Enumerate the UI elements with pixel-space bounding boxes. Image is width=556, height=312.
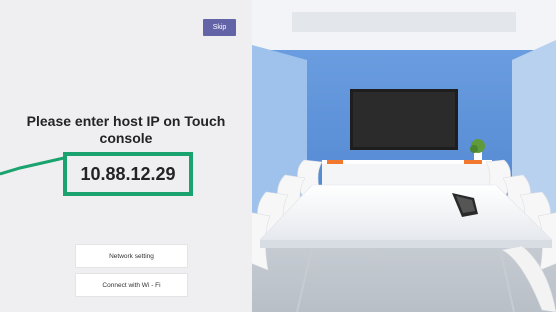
skip-button[interactable]: Skip <box>203 19 236 36</box>
host-ip-value: 10.88.12.29 <box>63 152 193 196</box>
conference-room-photo <box>252 0 556 312</box>
connect-wifi-button[interactable]: Connect with Wi - Fi <box>75 273 188 297</box>
conference-room-illustration <box>252 0 556 312</box>
highlight-connector <box>0 156 65 176</box>
network-setting-button[interactable]: Network setting <box>75 244 188 268</box>
host-ip-prompt: Please enter host IP on Touch console <box>26 113 226 146</box>
setup-panel: Skip Please enter host IP on Touch conso… <box>0 0 252 312</box>
